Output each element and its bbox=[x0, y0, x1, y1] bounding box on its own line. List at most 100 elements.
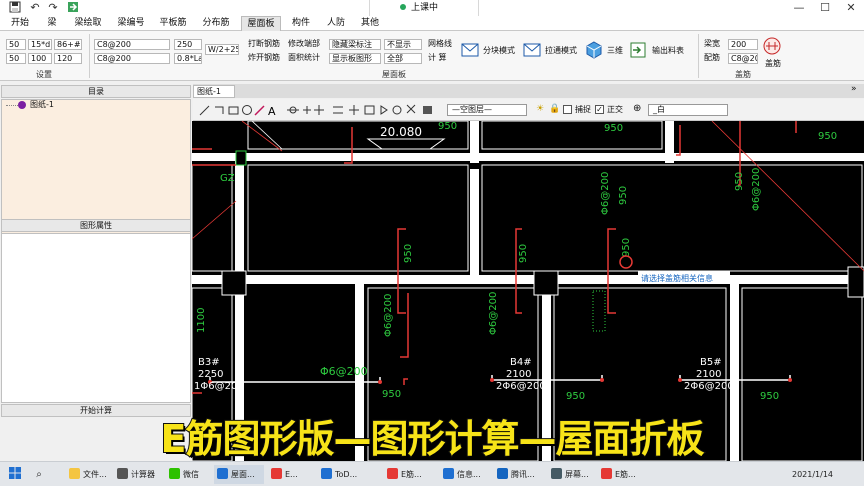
tab-roof-slab[interactable]: 屋面板 bbox=[241, 16, 281, 31]
layer-select[interactable]: —空图层— bbox=[447, 104, 527, 116]
windows-start-icon[interactable] bbox=[4, 465, 26, 484]
drawing-svg[interactable]: 20.080 GZ 950 950 950 950 950 950 950 95… bbox=[192, 121, 864, 461]
rebar-spec-select-2[interactable]: C8@200 bbox=[94, 53, 170, 64]
tab-distribution-rebar[interactable]: 分布筋 bbox=[198, 16, 234, 31]
taskbar-item-files[interactable]: 文件... bbox=[66, 465, 112, 484]
taskbar-item-ejin-2[interactable]: E筋... bbox=[598, 465, 642, 484]
formula-field[interactable]: W/2+25 bbox=[205, 44, 239, 55]
elevation-marker: 20.080 bbox=[366, 125, 446, 150]
tree-item-drawing-1[interactable]: 图纸-1 bbox=[30, 100, 54, 110]
taskbar-item-ejin[interactable]: E筋... bbox=[384, 465, 428, 484]
maximize-button[interactable]: ☐ bbox=[812, 0, 838, 16]
tab-beam-extract[interactable]: 梁绘取 bbox=[70, 16, 106, 31]
slab-height-b5: 2100 bbox=[696, 369, 721, 380]
more-tabs-icon[interactable]: » bbox=[851, 84, 857, 94]
dim-label-vertical: 950 bbox=[518, 244, 529, 263]
taskbar-label: 计算器 bbox=[131, 470, 155, 479]
setting-field-2[interactable]: 15*d bbox=[28, 39, 52, 50]
tab-slab-rebar[interactable]: 平板筋 bbox=[155, 16, 191, 31]
dim-label: 950 bbox=[382, 389, 401, 400]
draw-tools-icons[interactable]: A bbox=[197, 103, 447, 117]
taskbar-label: E筋... bbox=[401, 470, 422, 479]
rebar-spec-vertical: Φ6@200 bbox=[383, 294, 394, 337]
taskbar-item-screen[interactable]: 屏幕... bbox=[548, 465, 594, 484]
rebar-spec-vertical: Φ6@200 bbox=[600, 172, 611, 215]
tab-drawing-1[interactable]: 图纸-1 bbox=[193, 85, 235, 98]
directory-header: 目录 bbox=[1, 85, 191, 98]
save-icon[interactable] bbox=[8, 1, 22, 15]
calculate-button[interactable]: 计 算 bbox=[428, 52, 447, 63]
lock-icon[interactable]: 🔒 bbox=[549, 104, 560, 114]
taskbar-item-calculator[interactable]: 计算器 bbox=[114, 465, 162, 484]
taskbar-item-info[interactable]: 信息... bbox=[440, 465, 484, 484]
scope-select[interactable]: 全部 bbox=[384, 53, 422, 64]
dim-label-vertical: 950 bbox=[734, 172, 745, 191]
taskbar-item-roof[interactable]: 屋面... bbox=[214, 465, 264, 484]
close-button[interactable]: ✕ bbox=[838, 0, 864, 16]
show-slab-select[interactable]: 显示板图形 bbox=[329, 53, 381, 64]
taskbar-label: 屏幕... bbox=[565, 470, 589, 479]
slab-height-b4: 2100 bbox=[506, 369, 531, 380]
ribbon-divider bbox=[89, 34, 90, 78]
through-mode-button[interactable]: 拉通模式 bbox=[523, 43, 577, 60]
taskbar-item-wechat[interactable]: 微信 bbox=[166, 465, 206, 484]
modify-end-button[interactable]: 修改端部 bbox=[288, 38, 320, 49]
rebar-line bbox=[676, 125, 681, 156]
left-panel: 目录 图纸-1 图形属性 开始计算 bbox=[0, 84, 192, 461]
export-table-icon bbox=[630, 42, 646, 58]
taskbar-item-todo[interactable]: ToD... bbox=[318, 465, 360, 484]
dim-label-vertical: 950 bbox=[621, 238, 632, 257]
undo-icon[interactable]: ↶ bbox=[28, 1, 42, 15]
beam-vertical-6 bbox=[665, 121, 674, 163]
beam-width-field[interactable]: 200 bbox=[728, 39, 758, 50]
redo-icon[interactable]: ↷ bbox=[46, 1, 60, 15]
ortho-label: 正交 bbox=[607, 105, 623, 114]
diagonal bbox=[711, 121, 864, 272]
export-table-button[interactable]: 输出料表 bbox=[630, 42, 684, 61]
tab-beam[interactable]: 梁 bbox=[40, 16, 64, 31]
envelope-icon bbox=[461, 43, 479, 57]
tab-beam-number[interactable]: 梁编号 bbox=[113, 16, 149, 31]
setting-field-6[interactable]: 120 bbox=[54, 53, 82, 64]
setting-field-5[interactable]: 100 bbox=[28, 53, 52, 64]
rebar-end bbox=[378, 380, 382, 384]
snap-checkbox[interactable] bbox=[563, 105, 572, 114]
setting-field-4[interactable]: 50 bbox=[6, 53, 26, 64]
cover-rebar-label: 盖筋 bbox=[765, 59, 781, 68]
light-icon[interactable]: ☀ bbox=[536, 104, 544, 114]
export-icon[interactable] bbox=[66, 1, 80, 15]
tab-civil-defense[interactable]: 人防 bbox=[322, 16, 350, 31]
tab-start[interactable]: 开始 bbox=[6, 16, 34, 31]
tab-component[interactable]: 构件 bbox=[287, 16, 315, 31]
tab-other[interactable]: 其他 bbox=[356, 16, 384, 31]
ortho-checkbox[interactable]: ✓ bbox=[595, 105, 604, 114]
reinforcement-field[interactable]: C8@200 bbox=[728, 53, 758, 64]
cad-toolbar: A —空图层— ☀ 🔒 捕捉 ✓ 正交 ⊕ _白 bbox=[193, 99, 864, 121]
cad-canvas[interactable]: 20.080 GZ 950 950 950 950 950 950 950 95… bbox=[192, 121, 864, 461]
break-rebar-button[interactable]: 打断钢筋 bbox=[248, 38, 280, 49]
minimize-button[interactable]: — bbox=[786, 0, 812, 16]
drawing-icon bbox=[18, 101, 26, 109]
3d-button[interactable]: 三维 bbox=[585, 41, 623, 62]
length-field-1[interactable]: 250 bbox=[174, 39, 202, 50]
taskbar-item-tencent[interactable]: 腾讯... bbox=[494, 465, 538, 484]
taskbar-item-e[interactable]: E... bbox=[268, 465, 304, 484]
area-stat-button[interactable]: 面积统计 bbox=[288, 52, 320, 63]
explode-rebar-button[interactable]: 炸开钢筋 bbox=[248, 52, 280, 63]
search-icon[interactable]: ⌕ bbox=[30, 465, 48, 484]
crosshair-icon[interactable]: ⊕ bbox=[633, 103, 641, 114]
beam-width-label: 梁宽 bbox=[704, 39, 720, 48]
rebar-spec-vertical: Φ6@200 bbox=[751, 168, 762, 211]
rebar-spec-select-1[interactable]: C8@200 bbox=[94, 39, 170, 50]
setting-field-3[interactable]: 86+# bbox=[54, 39, 82, 50]
rebar-spec-b4: 2Φ6@200 bbox=[496, 381, 546, 392]
display-select[interactable]: 不显示 bbox=[384, 39, 422, 50]
cover-rebar-button[interactable]: 盖筋 bbox=[762, 37, 784, 69]
color-select[interactable]: _白 bbox=[648, 104, 728, 116]
hide-label-select[interactable]: 隐藏梁标注 bbox=[329, 39, 381, 50]
taskbar-date[interactable]: 2021/1/14 bbox=[792, 465, 860, 484]
block-mode-button[interactable]: 分块模式 bbox=[461, 43, 515, 60]
length-field-2[interactable]: 0.8*La bbox=[174, 53, 202, 64]
setting-field-1[interactable]: 50 bbox=[6, 39, 26, 50]
grid-line-button[interactable]: 网格线 bbox=[428, 38, 452, 49]
